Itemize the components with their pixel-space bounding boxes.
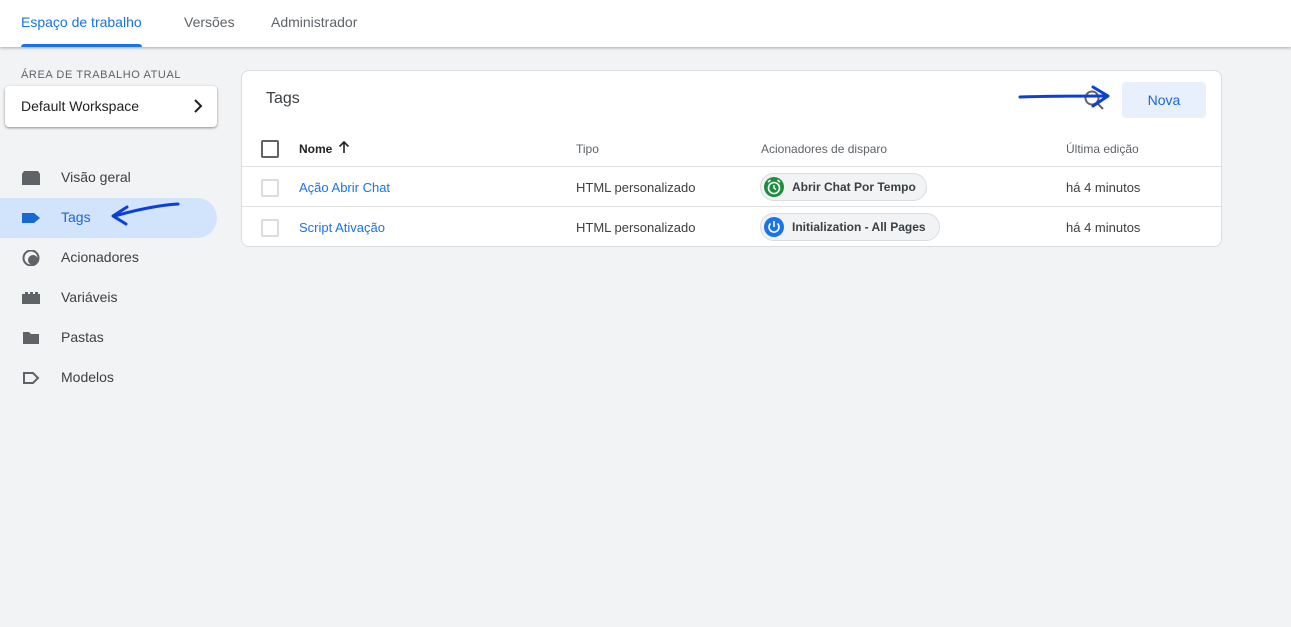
column-header-last-edit[interactable]: Última edição — [1066, 142, 1139, 156]
arrow-up-icon[interactable] — [338, 140, 350, 154]
top-nav-bar: Espaço de trabalho Versões Administrador — [0, 0, 1291, 47]
sidebar-item-tags[interactable]: Tags — [0, 198, 217, 238]
workspace-name: Default Workspace — [21, 98, 140, 114]
row-checkbox[interactable] — [261, 179, 279, 197]
sidebar-item-label: Visão geral — [61, 169, 131, 185]
sidebar-item-label: Tags — [61, 209, 91, 225]
sidebar-item-folders[interactable]: Pastas — [0, 318, 217, 358]
select-all-checkbox[interactable] — [261, 140, 279, 158]
sidebar-item-label: Acionadores — [61, 249, 139, 265]
sidebar-item-label: Pastas — [61, 329, 104, 345]
trigger-icon — [22, 250, 40, 266]
variables-icon — [22, 292, 40, 304]
column-header-triggers[interactable]: Acionadores de disparo — [761, 142, 887, 156]
power-icon — [764, 217, 784, 237]
trigger-chip-label: Initialization - All Pages — [792, 220, 926, 234]
tags-card: Tags Nova Nome Tipo Acionadores de dispa… — [241, 70, 1222, 247]
last-edit-value: há 4 minutos — [1066, 220, 1141, 235]
row-checkbox[interactable] — [261, 219, 279, 237]
table-row: Ação Abrir Chat HTML personalizado Abrir… — [242, 167, 1221, 207]
column-header-name[interactable]: Nome — [299, 142, 332, 156]
tag-type: HTML personalizado — [576, 220, 696, 235]
overview-icon — [22, 171, 40, 185]
sidebar-item-label: Modelos — [61, 369, 114, 385]
table-header: Nome Tipo Acionadores de disparo Última … — [242, 133, 1221, 167]
alarm-icon — [764, 177, 784, 197]
sidebar-item-label: Variáveis — [61, 289, 118, 305]
tab-versions[interactable]: Versões — [172, 0, 247, 47]
workspace-selector[interactable]: Default Workspace — [5, 86, 217, 127]
trigger-chip-label: Abrir Chat Por Tempo — [792, 180, 916, 194]
workspace-section-label: ÁREA DE TRABALHO ATUAL — [21, 69, 182, 81]
table-row: Script Ativação HTML personalizado Initi… — [242, 207, 1221, 247]
new-tag-button[interactable]: Nova — [1122, 82, 1206, 118]
column-header-type[interactable]: Tipo — [576, 142, 599, 156]
chevron-right-icon — [194, 99, 203, 113]
tab-workspace[interactable]: Espaço de trabalho — [9, 0, 154, 47]
trigger-chip[interactable]: Initialization - All Pages — [760, 213, 940, 241]
sidebar-item-templates[interactable]: Modelos — [0, 358, 217, 398]
template-icon — [23, 372, 40, 384]
sidebar-item-variables[interactable]: Variáveis — [0, 278, 217, 318]
card-title: Tags — [266, 90, 300, 107]
last-edit-value: há 4 minutos — [1066, 180, 1141, 195]
tag-name-link[interactable]: Ação Abrir Chat — [299, 180, 390, 195]
sidebar-item-overview[interactable]: Visão geral — [0, 158, 217, 198]
trigger-chip[interactable]: Abrir Chat Por Tempo — [760, 173, 927, 201]
tag-type: HTML personalizado — [576, 180, 696, 195]
tag-name-link[interactable]: Script Ativação — [299, 220, 385, 235]
folder-icon — [23, 332, 39, 344]
search-icon[interactable] — [1082, 88, 1106, 112]
tab-admin[interactable]: Administrador — [259, 0, 369, 47]
tag-icon — [22, 213, 40, 223]
sidebar-item-triggers[interactable]: Acionadores — [0, 238, 217, 278]
